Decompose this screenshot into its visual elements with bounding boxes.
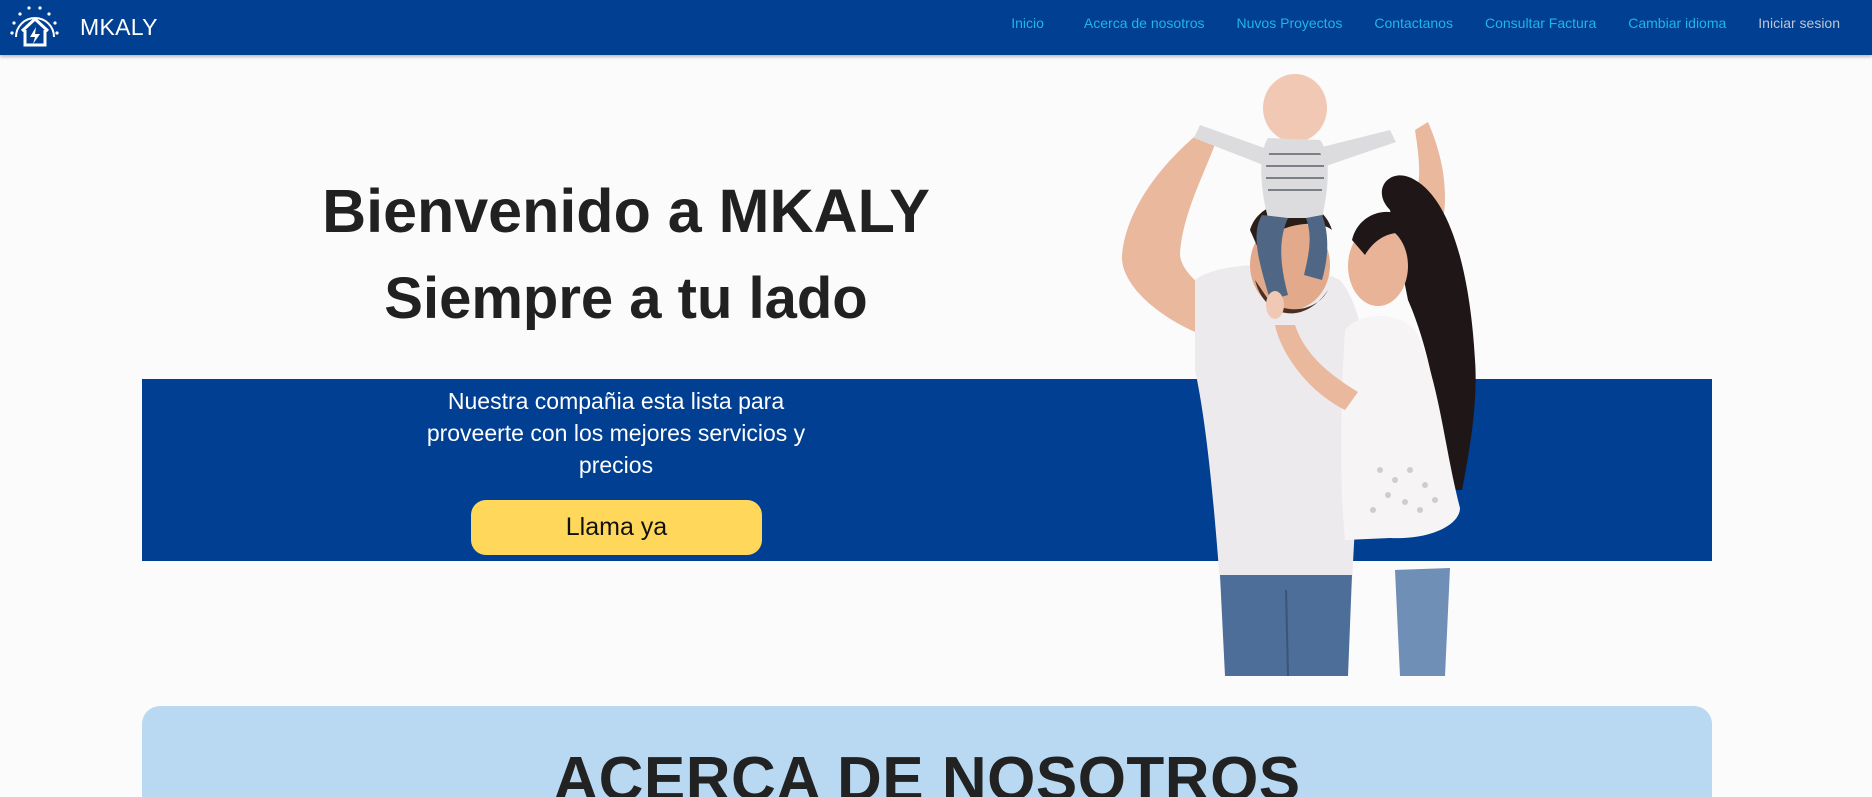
hero-subtitle: Siempre a tu lado — [384, 266, 868, 331]
about-title: ACERCA DE NOSOTROS — [553, 745, 1301, 797]
nav-menu: Inicio Acerca de nosotros Nuvos Proyecto… — [1011, 0, 1840, 46]
call-now-button[interactable]: Llama ya — [471, 500, 762, 555]
brand[interactable]: MKALY — [4, 2, 158, 52]
nav-link-idioma[interactable]: Cambiar idioma — [1628, 15, 1726, 31]
nav-link-acerca[interactable]: Acerca de nosotros — [1084, 15, 1205, 31]
family-photo — [1121, 74, 1476, 676]
about-section: ACERCA DE NOSOTROS — [142, 706, 1712, 797]
nav-link-contactanos[interactable]: Contactanos — [1374, 15, 1453, 31]
top-navbar: MKALY Inicio Acerca de nosotros Nuvos Pr… — [0, 0, 1872, 55]
house-sun-bolt-icon — [10, 6, 59, 47]
nav-link-factura[interactable]: Consultar Factura — [1485, 15, 1596, 31]
hero-description: Nuestra compañia esta lista para proveer… — [426, 388, 806, 478]
hero-title: Bienvenido a MKALY — [322, 177, 930, 245]
nav-link-login[interactable]: Iniciar sesion — [1758, 15, 1840, 31]
nav-link-inicio[interactable]: Inicio — [1011, 15, 1044, 31]
nav-link-proyectos[interactable]: Nuvos Proyectos — [1237, 15, 1343, 31]
brand-name: MKALY — [80, 13, 158, 40]
